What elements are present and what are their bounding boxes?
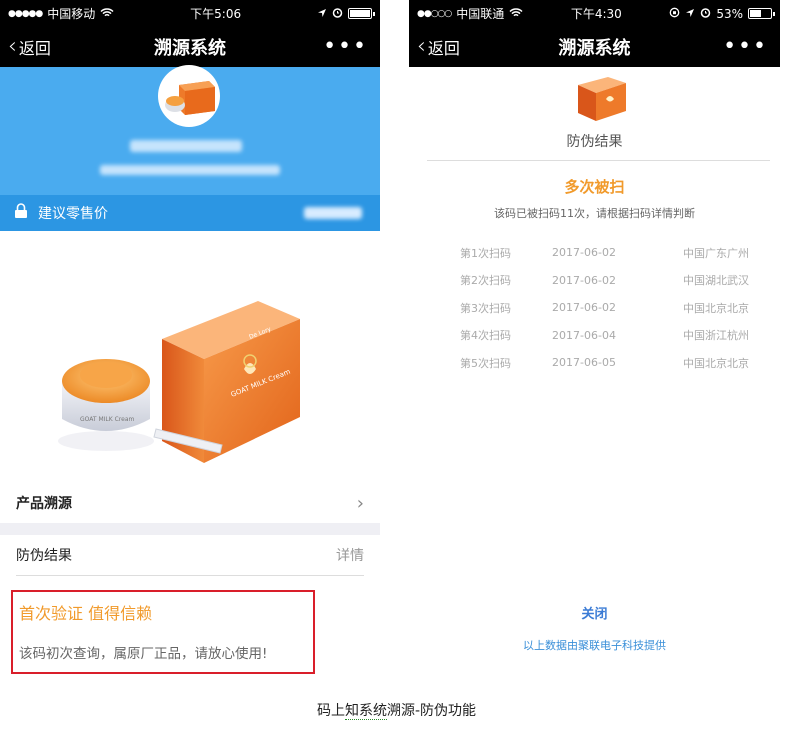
battery-percent: 53% [716,6,743,21]
alarm-icon [332,7,343,21]
scan-row: 第3次扫码 2017-06-02 中国北京北京 [409,294,780,322]
location-icon [317,7,327,21]
nav-bar: ‹ 返回 溯源系统 ••• [409,27,780,67]
scan-status-description: 该码已被扫码11次，请根据扫码详情判断 [494,207,695,220]
right-phone-screen: ●●○○○ 中国联通 下午4:30 53% ‹ 返回 溯源系统 ••• 防伪结果… [409,0,780,668]
product-header [0,65,380,195]
scan-row: 第4次扫码 2017-06-04 中国浙江杭州 [409,322,780,350]
chevron-left-icon: ‹ [417,34,426,59]
scan-date: 2017-06-04 [552,328,616,342]
blurred-price-value [304,207,362,219]
nav-bar: ‹ 返回 溯源系统 ••• [0,27,380,67]
divider [16,575,364,576]
lock-icon [14,203,28,223]
scan-status-title: 多次被扫 [564,178,625,196]
battery-icon [347,8,375,19]
clock-label: 下午4:30 [570,7,622,21]
blurred-product-name [130,140,242,152]
price-label: 建议零售价 [38,206,108,222]
battery-icon [748,8,775,19]
carrier-label: 中国联通 [456,7,505,21]
blurred-product-detail [100,165,280,175]
scan-date: 2017-06-05 [552,356,616,370]
scan-history-table: 第1次扫码 2017-06-02 中国广东广州 第2次扫码 2017-06-02… [409,239,780,377]
back-label: 返回 [18,39,51,58]
caption-part-2: 知系统 [344,703,387,720]
status-bar: ●●●●● 中国移动 下午5:06 [0,0,380,27]
back-button[interactable]: ‹ 返回 [417,35,460,59]
location-icon [685,7,695,21]
caption-part-1: 码上 [316,703,345,719]
scan-location: 中国浙江杭州 [683,329,749,343]
clock-label: 下午5:06 [190,7,242,21]
detail-link[interactable]: 详情 [336,545,364,565]
scan-index: 第2次扫码 [460,274,511,288]
product-thumbnail [158,65,220,127]
wifi-icon [509,7,523,21]
left-phone-screen: ●●●●● 中国移动 下午5:06 ‹ 返回 溯源系统 ••• 建议零售价 GO… [0,0,380,678]
scan-row: 第1次扫码 2017-06-02 中国广东广州 [409,239,780,267]
scan-index: 第3次扫码 [460,301,511,315]
product-image: GOAT MILK Cream De Lory GOAT MILK Cream [0,231,380,483]
goat-milk-cream-illustration: GOAT MILK Cream De Lory GOAT MILK Cream [58,301,300,463]
carrier-label: 中国移动 [47,7,96,21]
scan-date: 2017-06-02 [552,246,616,260]
scan-location: 中国北京北京 [683,301,749,315]
product-box-thumbnail [578,77,626,121]
price-bar: 建议零售价 [0,195,380,231]
chevron-right-icon: › [356,492,364,514]
signal-icon: ●●●●● [8,8,43,19]
anti-fake-label: 防伪结果 [16,548,72,564]
scan-index: 第5次扫码 [460,356,511,370]
scan-date: 2017-06-02 [552,301,616,315]
scan-row: 第2次扫码 2017-06-02 中国湖北武汉 [409,267,780,295]
scan-row: 第5次扫码 2017-06-05 中国北京北京 [409,349,780,377]
verification-result-box: 首次验证 值得信赖 该码初次查询，属原厂正品，请放心使用! [11,590,315,674]
scan-index: 第4次扫码 [460,329,511,343]
result-label: 防伪结果 [566,134,623,150]
scan-location: 中国北京北京 [683,356,749,370]
back-label: 返回 [427,39,460,58]
more-menu-icon[interactable]: ••• [723,36,768,58]
status-bar: ●●○○○ 中国联通 下午4:30 53% [409,0,780,27]
chevron-left-icon: ‹ [8,34,17,59]
orientation-lock-icon [669,7,680,21]
divider [427,160,770,161]
section-separator [0,523,380,535]
verification-title: 首次验证 值得信赖 [19,604,153,623]
back-button[interactable]: ‹ 返回 [8,35,51,59]
alarm-icon [700,7,711,21]
figure-caption: 码上知系统溯源-防伪功能 [0,700,793,720]
caption-part-3: 溯源-防伪功能 [386,703,477,719]
anti-fake-row: 防伪结果 详情 [0,535,380,575]
product-trace-label: 产品溯源 [16,496,72,512]
scan-date: 2017-06-02 [552,273,616,287]
signal-icon: ●●○○○ [417,8,452,19]
product-trace-row[interactable]: 产品溯源 › [0,483,380,523]
anti-fake-result-panel: 防伪结果 多次被扫 该码已被扫码11次，请根据扫码详情判断 第1次扫码 2017… [409,67,780,668]
data-provider-note: 以上数据由聚联电子科技提供 [523,639,666,652]
jar-label-text: GOAT MILK Cream [80,416,135,423]
close-button[interactable]: 关闭 [409,603,780,622]
verification-message: 该码初次查询，属原厂正品，请放心使用! [19,646,268,662]
wifi-icon [100,7,114,21]
scan-location: 中国湖北武汉 [683,274,749,288]
scan-location: 中国广东广州 [683,246,749,260]
more-menu-icon[interactable]: ••• [323,36,368,58]
scan-index: 第1次扫码 [460,246,511,260]
